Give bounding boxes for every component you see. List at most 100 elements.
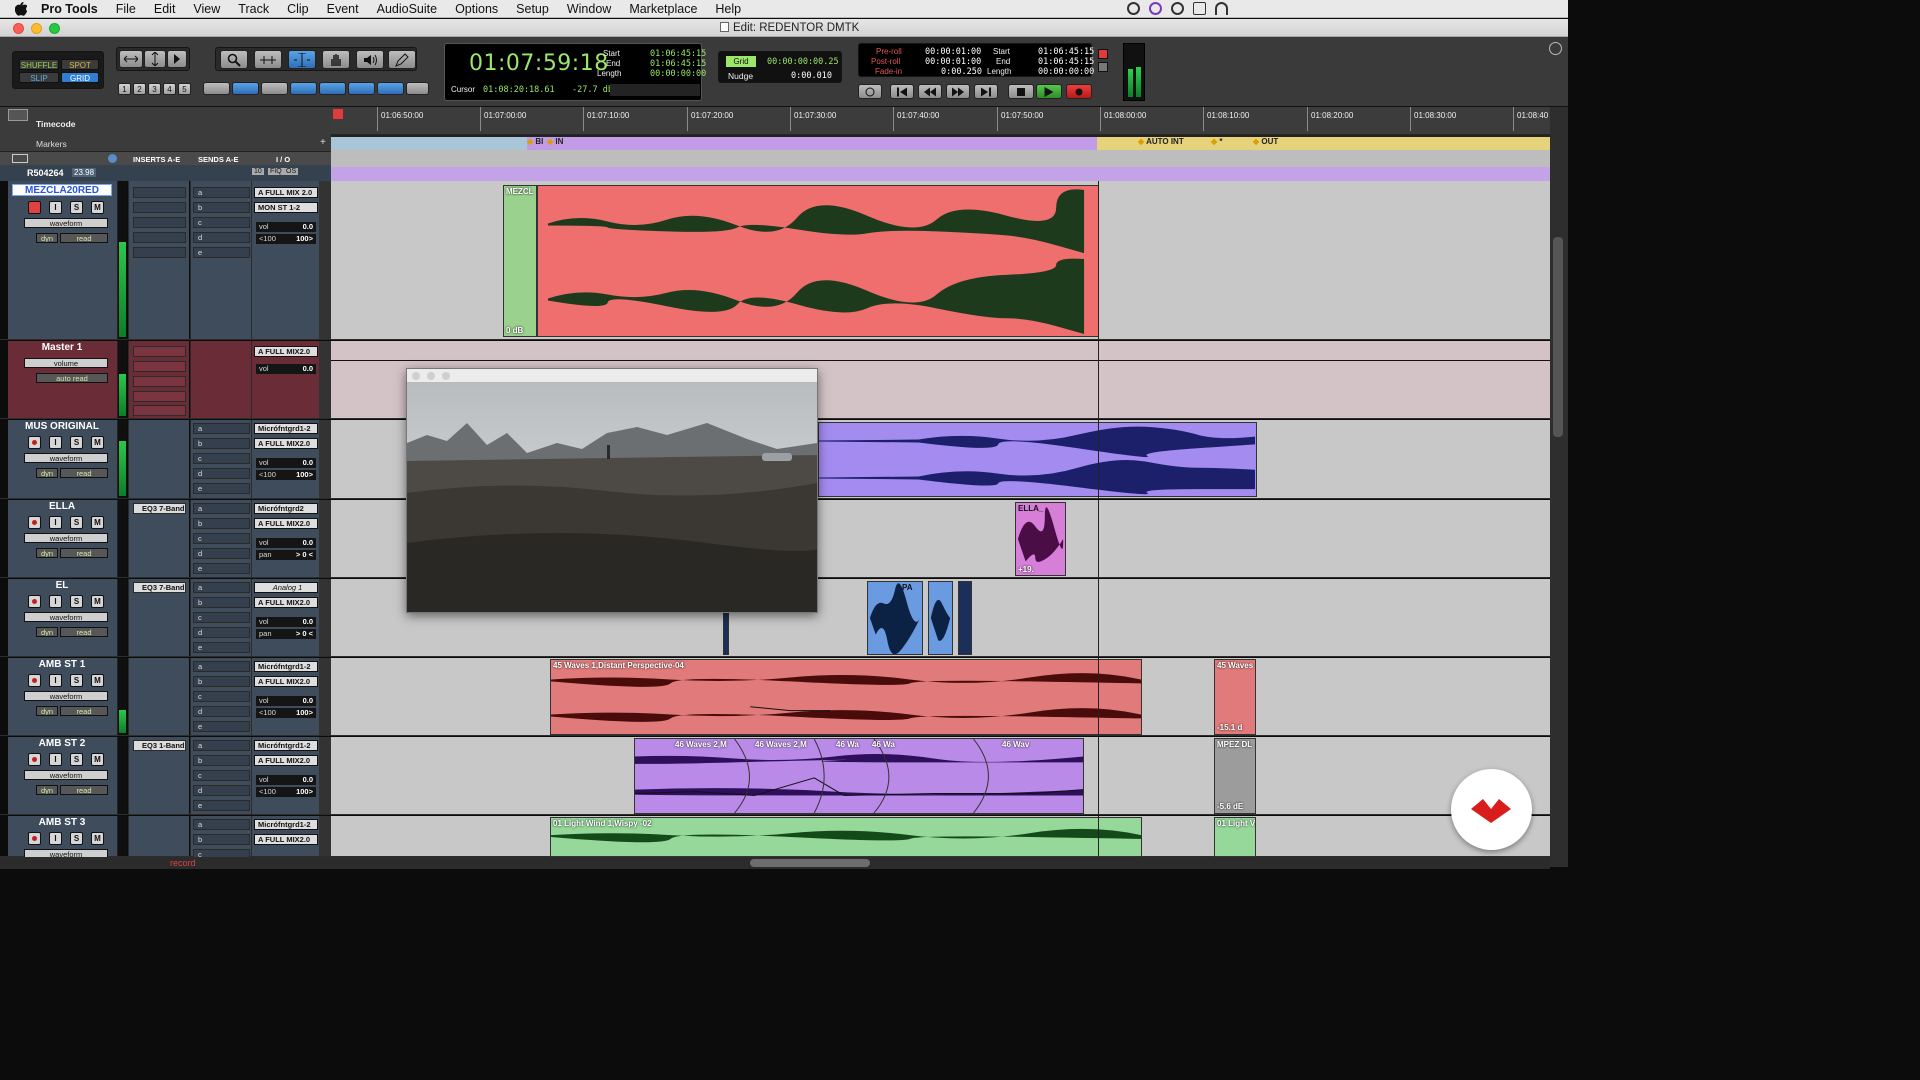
pan-readout[interactable]: <100 100> bbox=[256, 470, 316, 480]
track-view-selector[interactable]: waveform bbox=[24, 218, 108, 228]
send-slot-d[interactable]: d bbox=[193, 468, 250, 479]
record-arm-button[interactable] bbox=[28, 516, 41, 529]
menu-clip[interactable]: Clip bbox=[278, 2, 318, 16]
solo-button[interactable]: S bbox=[70, 201, 83, 214]
send-slot-a[interactable]: a bbox=[193, 503, 250, 514]
mute-button[interactable]: M bbox=[91, 832, 104, 845]
send-slot-c[interactable]: c bbox=[193, 533, 250, 544]
volume-readout[interactable]: vol 0.0 bbox=[256, 617, 316, 627]
volume-readout[interactable]: vol 0.0 bbox=[256, 458, 316, 468]
send-slot-e[interactable]: e bbox=[193, 483, 250, 494]
insert-slot-e[interactable] bbox=[133, 247, 186, 258]
zoom-toggle-button[interactable] bbox=[377, 82, 404, 95]
volume-readout[interactable]: vol 0.0 bbox=[256, 775, 316, 785]
solo-button[interactable]: S bbox=[70, 595, 83, 608]
nudge-label[interactable]: Nudge bbox=[728, 71, 753, 81]
track-name[interactable]: AMB ST 2 bbox=[12, 738, 112, 750]
input-monitor-button[interactable]: I bbox=[49, 436, 62, 449]
go-to-end-icon[interactable] bbox=[974, 84, 998, 99]
audio-clip-amb3[interactable]: 01 Light Wind 1,Wispy -02 bbox=[550, 817, 1142, 857]
audio-clip-amb2[interactable]: 46 Waves 2,M 46 Waves 2,M 46 Wa 46 Wa 46… bbox=[634, 738, 1084, 814]
volume-readout[interactable]: vol 0.0 bbox=[256, 538, 316, 548]
insert-slot-a[interactable]: EQ3 1-Band bbox=[133, 740, 186, 751]
input-selector[interactable]: Micrófntgrd1-2 bbox=[254, 740, 318, 751]
insert-slot-b[interactable] bbox=[133, 361, 186, 372]
keyfocus-button[interactable] bbox=[406, 82, 429, 95]
minimize-window-button[interactable] bbox=[31, 23, 42, 34]
insert-slot-b[interactable] bbox=[133, 202, 186, 213]
record-enable-icon[interactable] bbox=[1066, 84, 1092, 99]
zoom-horizontal-button[interactable] bbox=[119, 50, 143, 68]
video-window[interactable] bbox=[406, 368, 818, 613]
fadein-label[interactable]: Fade-in bbox=[875, 67, 902, 76]
automation-follows-button[interactable] bbox=[348, 82, 375, 95]
output-selector[interactable]: A FULL MIX2.0 bbox=[254, 597, 318, 608]
send-slot-a[interactable]: a bbox=[193, 582, 250, 593]
main-counter[interactable]: 01:07:59:18 bbox=[469, 51, 609, 76]
track-name[interactable]: EL bbox=[12, 580, 112, 592]
reel-name[interactable]: R504264 bbox=[27, 168, 64, 178]
transport-end-value[interactable]: 01:06:45:15 bbox=[1038, 57, 1094, 67]
record-arm-button[interactable] bbox=[28, 595, 41, 608]
record-arm-button[interactable] bbox=[28, 832, 41, 845]
pan-readout[interactable]: pan > 0 < bbox=[256, 629, 316, 639]
rewind-icon[interactable] bbox=[918, 84, 942, 99]
input-monitor-button[interactable]: I bbox=[49, 832, 62, 845]
output-selector[interactable]: A FULL MIX2.0 bbox=[254, 438, 318, 449]
track-name[interactable]: AMB ST 1 bbox=[12, 659, 112, 671]
insert-slot-a[interactable]: EQ3 7-Band bbox=[133, 503, 186, 514]
return-to-zero-icon[interactable] bbox=[890, 84, 914, 99]
audio-clip-music[interactable] bbox=[818, 422, 1257, 497]
input-selector[interactable]: Micrófntgrd1-2 bbox=[254, 661, 318, 672]
send-slot-c[interactable]: c bbox=[193, 849, 250, 857]
transport-start-value[interactable]: 01:06:45:15 bbox=[1038, 47, 1094, 57]
send-slot-c[interactable]: c bbox=[193, 770, 250, 781]
record-arm-button[interactable] bbox=[28, 753, 41, 766]
grid-value[interactable]: 00:00:00:00.25 bbox=[767, 57, 839, 67]
send-slot-b[interactable]: b bbox=[193, 518, 250, 529]
record-arm-button[interactable] bbox=[28, 436, 41, 449]
add-marker-icon[interactable]: + bbox=[320, 137, 326, 148]
audio-clip-amb3-b[interactable]: 01 Light V bbox=[1214, 817, 1256, 857]
track-view-selector[interactable]: waveform bbox=[24, 849, 108, 857]
link-timeline-button[interactable] bbox=[203, 82, 230, 95]
audio-clip-mezcla[interactable] bbox=[537, 185, 1099, 337]
input-selector[interactable]: Analog 1 bbox=[254, 582, 318, 593]
zoom-vertical-button[interactable] bbox=[144, 50, 166, 68]
preroll-value[interactable]: 00:00:01:00 bbox=[925, 47, 981, 57]
input-selector[interactable]: A FULL MIX 2.0 bbox=[254, 187, 318, 198]
insert-slot-e[interactable] bbox=[133, 405, 186, 416]
insert-slot-a[interactable]: EQ3 7-Band bbox=[133, 582, 186, 593]
send-slot-a[interactable]: a bbox=[193, 661, 250, 672]
pan-readout[interactable]: <100 100> bbox=[256, 234, 316, 244]
zoom-preset-2[interactable]: 2 bbox=[133, 83, 146, 95]
postroll-value[interactable]: 00:00:01:00 bbox=[925, 57, 981, 67]
input-monitor-button[interactable]: I bbox=[49, 201, 62, 214]
tracks-menu-icon[interactable] bbox=[108, 154, 117, 163]
solo-button[interactable]: S bbox=[70, 832, 83, 845]
volume-readout[interactable]: vol 0.0 bbox=[256, 364, 316, 374]
zoomer-tool-button[interactable] bbox=[220, 50, 248, 69]
output-selector[interactable]: A FULL MIX2.0 bbox=[254, 834, 318, 845]
tab-to-transient-button[interactable] bbox=[290, 82, 317, 95]
output-selector[interactable]: A FULL MIX2.0 bbox=[254, 346, 318, 357]
marker-in[interactable]: ◆ IN bbox=[547, 137, 563, 146]
dyn-button[interactable]: dyn bbox=[36, 627, 58, 637]
mute-button[interactable]: M bbox=[91, 516, 104, 529]
pan-readout[interactable]: pan > 0 < bbox=[256, 550, 316, 560]
audio-clip-el-small[interactable] bbox=[723, 609, 729, 655]
automation-mode-selector[interactable]: auto read bbox=[36, 373, 108, 383]
send-slot-d[interactable]: d bbox=[193, 627, 250, 638]
audio-clip-el-2[interactable] bbox=[928, 581, 953, 655]
grid-mode-button[interactable]: GRID bbox=[61, 72, 99, 83]
selector-tool-button[interactable] bbox=[288, 50, 316, 69]
volume-readout[interactable]: vol 0.0 bbox=[256, 222, 316, 232]
insert-slot-d[interactable] bbox=[133, 391, 186, 402]
send-slot-c[interactable]: c bbox=[193, 691, 250, 702]
insert-slot-a[interactable] bbox=[133, 346, 186, 357]
dyn-button[interactable]: dyn bbox=[36, 785, 58, 795]
automation-mode-selector[interactable]: read bbox=[60, 785, 108, 795]
marker-star[interactable]: ◆ * bbox=[1211, 137, 1223, 146]
slip-mode-button[interactable]: SLIP bbox=[19, 72, 59, 83]
zoom-preset-5[interactable]: 5 bbox=[178, 83, 191, 95]
